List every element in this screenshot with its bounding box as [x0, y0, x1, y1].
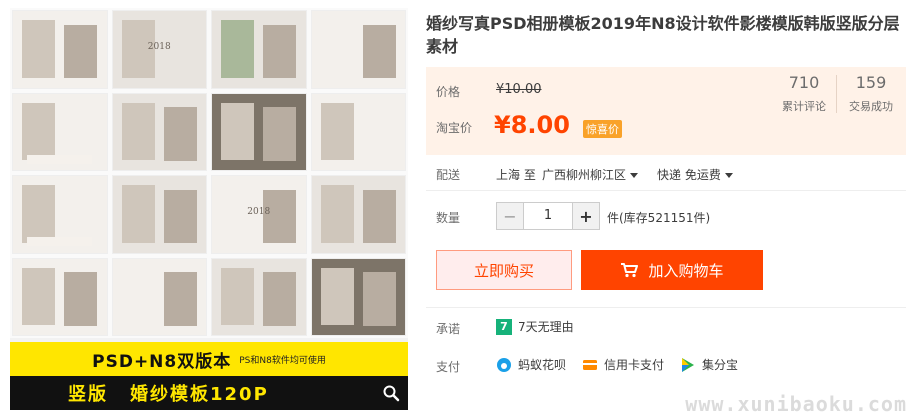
stat-divider [836, 75, 837, 113]
promise-7day-return[interactable]: 7 7天无理由 [496, 318, 574, 335]
section-divider [426, 190, 906, 191]
image-banner-type: 竖版 婚纱模板120P [10, 376, 408, 410]
taobao-price-label: 淘宝价 [436, 121, 473, 135]
tile-year-text: 2018 [247, 206, 271, 217]
review-count-stat[interactable]: 710 累计评论 [771, 73, 837, 114]
payment-method-label: 信用卡支付 [604, 358, 665, 372]
quantity-increase-button[interactable]: + [573, 203, 599, 229]
delivery-destination-select[interactable]: 广西柳州柳江区 [542, 166, 639, 183]
sales-count: 159 [855, 73, 887, 92]
review-count: 710 [788, 73, 820, 92]
preview-tile [211, 92, 307, 171]
preview-tile [111, 92, 207, 171]
template-preview-grid: 2018 2018 [10, 8, 408, 338]
seven-day-return-icon: 7 [496, 318, 512, 335]
payment-jifenbao[interactable]: 集分宝 [680, 356, 738, 373]
delivery-method: 快递 免运费 [657, 168, 721, 182]
quantity-input[interactable]: 1 [523, 203, 573, 229]
payment-huabei[interactable]: 蚂蚁花呗 [496, 356, 566, 373]
preview-tile [12, 175, 108, 254]
preview-tile [111, 175, 207, 254]
payment-label: 支付 [436, 360, 461, 374]
huabei-icon [497, 357, 511, 372]
chevron-down-icon [630, 173, 639, 178]
preview-tile: 2018 [111, 10, 207, 89]
preview-tile [310, 92, 406, 171]
buy-now-button[interactable]: 立即购买 [436, 250, 572, 290]
payment-method-label: 蚂蚁花呗 [518, 358, 567, 372]
preview-tile [12, 10, 108, 89]
product-title: 婚纱写真PSD相册模板2019年N8设计软件影楼模版韩版竖版分层素材 [426, 14, 900, 56]
chevron-down-icon [724, 173, 733, 178]
payment-credit-card[interactable]: 信用卡支付 [582, 356, 664, 373]
add-to-cart-button[interactable]: 加入购物车 [581, 250, 763, 290]
banner-version-text: PSD+N8双版本 [92, 351, 232, 372]
preview-tile: 2018 [211, 175, 307, 254]
tile-year-text: 2018 [147, 41, 171, 52]
surprise-price-badge: 惊喜价 [583, 120, 622, 138]
image-banner-versions: PSD+N8双版本 PS和N8软件均可使用 [10, 342, 408, 376]
zoom-icon[interactable] [382, 384, 400, 402]
preview-tile [12, 92, 108, 171]
site-watermark: www.xunibaoku.com [685, 392, 907, 416]
review-count-label: 累计评论 [782, 100, 826, 113]
preview-tile [211, 10, 307, 89]
banner-count-text: 婚纱模板120P [130, 384, 269, 405]
preview-tile [310, 175, 406, 254]
preview-tile [12, 257, 108, 336]
delivery-label: 配送 [436, 168, 461, 182]
promise-text: 7天无理由 [518, 320, 574, 334]
delivery-destination: 广西柳州柳江区 [542, 168, 627, 182]
banner-compat-text: PS和N8软件均可使用 [239, 355, 326, 366]
original-price: ¥10.00 [496, 82, 542, 97]
quantity-label: 数量 [436, 211, 461, 225]
stock-info: 件(库存521151件) [607, 211, 711, 225]
sales-count-stat[interactable]: 159 交易成功 [838, 73, 904, 114]
cart-icon [621, 263, 639, 278]
delivery-method-select[interactable]: 快递 免运费 [657, 166, 733, 183]
current-price: ¥8.00 [494, 111, 570, 139]
price-label: 价格 [436, 85, 461, 99]
add-to-cart-label: 加入购物车 [648, 261, 724, 280]
delivery-from: 上海 至 [496, 168, 536, 182]
payment-method-label: 集分宝 [702, 358, 739, 372]
preview-tile [310, 257, 406, 336]
preview-tile [310, 10, 406, 89]
section-divider [426, 307, 906, 308]
preview-tile [211, 257, 307, 336]
product-main-image[interactable]: 2018 2018 PSD+N8双版本 PS和N8软件均可使用 竖版 婚纱模板1… [10, 8, 408, 410]
jifenbao-icon [682, 357, 694, 372]
banner-orientation-text: 竖版 [68, 384, 108, 405]
sales-count-label: 交易成功 [849, 100, 893, 113]
credit-card-icon [583, 359, 597, 370]
quantity-decrease-button[interactable]: − [497, 203, 523, 229]
quantity-stepper: − 1 + [496, 202, 600, 230]
preview-tile [111, 257, 207, 336]
price-panel: 价格 ¥10.00 淘宝价 ¥8.00 惊喜价 710 累计评论 159 交易成… [426, 67, 906, 155]
promise-label: 承诺 [436, 322, 461, 336]
